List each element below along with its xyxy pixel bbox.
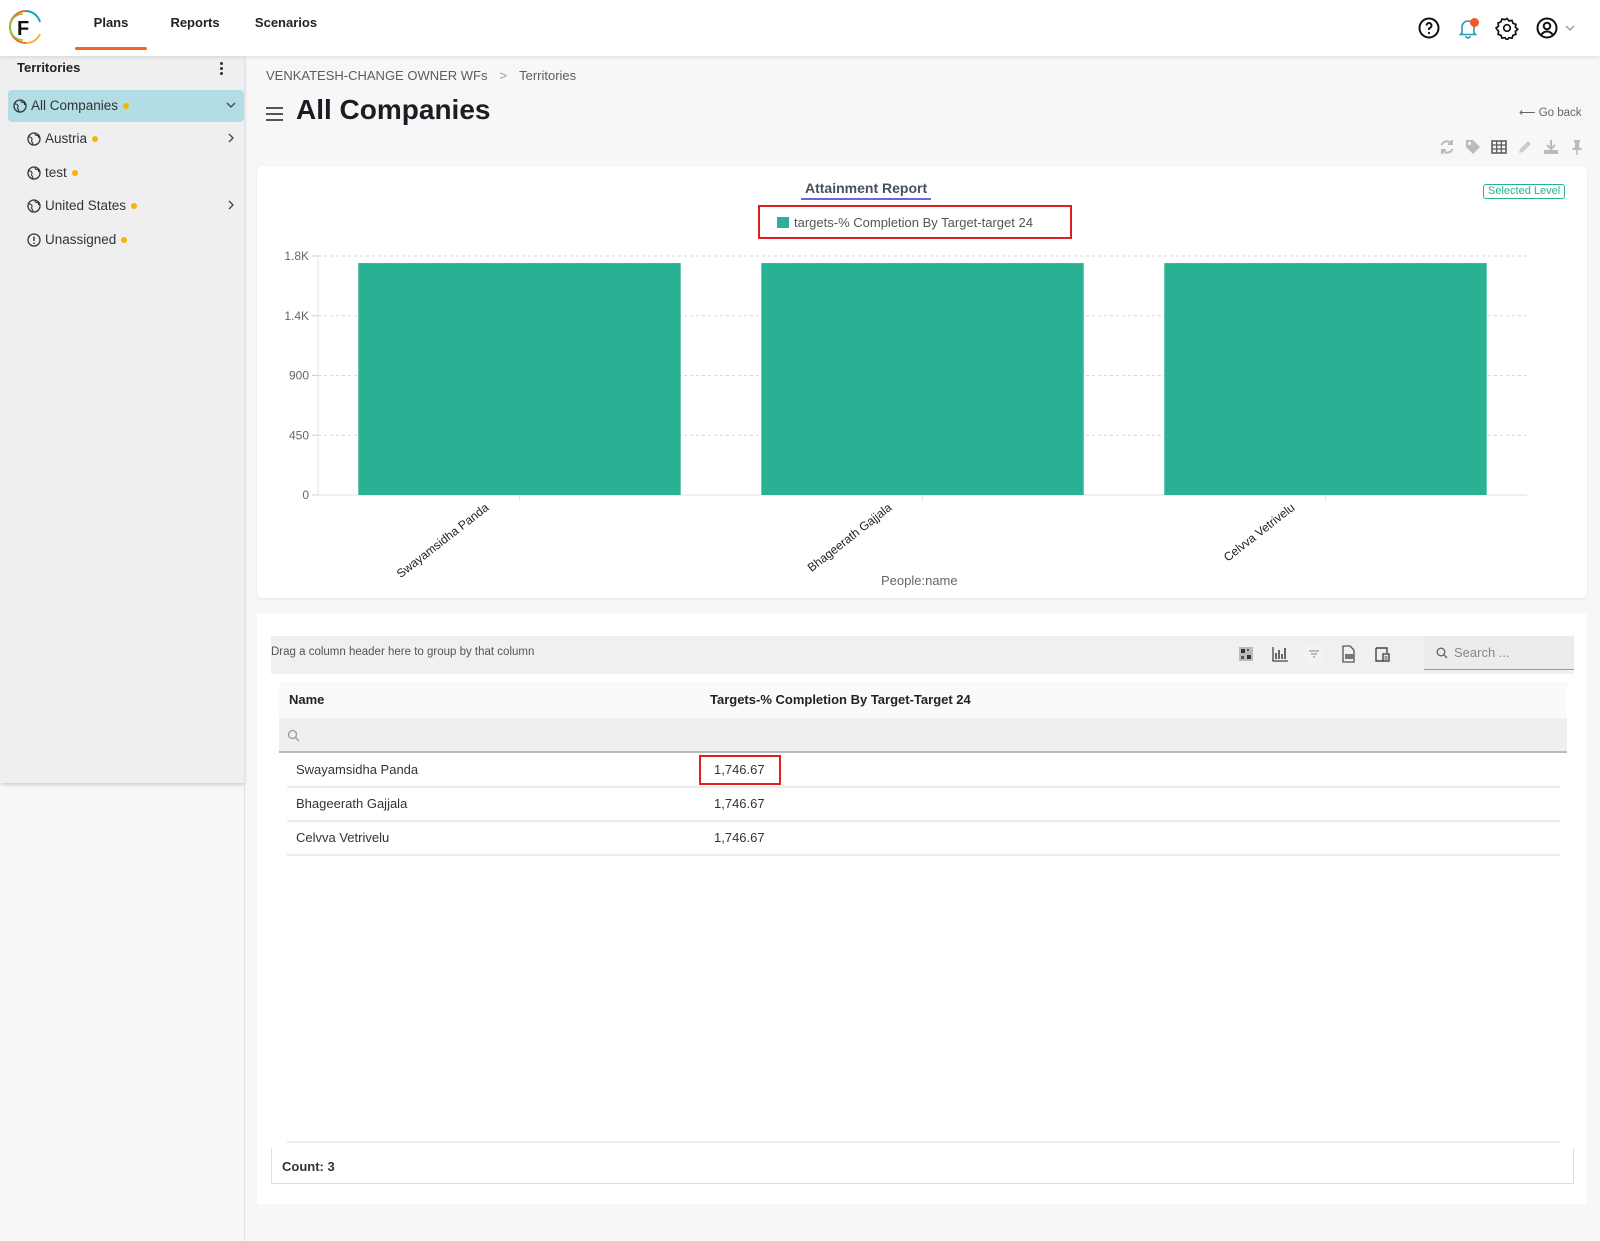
tab-reports[interactable]: Reports	[160, 0, 230, 50]
column-chooser-icon[interactable]	[1372, 644, 1392, 664]
sidebar-item-united-states[interactable]: United States	[27, 190, 244, 222]
chevron-right-icon[interactable]	[226, 200, 236, 210]
bar	[761, 263, 1084, 495]
search-icon	[1436, 647, 1448, 658]
sidebar-divider	[244, 56, 245, 1241]
sidebar-item-label: test	[45, 165, 67, 180]
filter-icon[interactable]	[1304, 644, 1324, 664]
edit-icon[interactable]	[1516, 138, 1534, 156]
cell-name: Celvva Vetrivelu	[296, 830, 390, 845]
bar	[1164, 263, 1487, 495]
top-nav-bar: F Plans Reports Scenarios	[0, 0, 1600, 56]
grid-search-input[interactable]	[1454, 645, 1564, 660]
status-dot	[123, 103, 130, 109]
filter-row[interactable]	[279, 718, 1567, 753]
tab-plans[interactable]: Plans	[75, 0, 147, 50]
sidebar: Territories All Companies Austria test U…	[0, 56, 244, 783]
grid-search[interactable]	[1424, 636, 1574, 670]
status-dot	[71, 170, 78, 176]
y-tick-label: 1.4K	[284, 309, 309, 323]
sidebar-item-label: Austria	[45, 131, 88, 146]
y-tick-label: 1.8K	[284, 249, 309, 263]
globe-icon	[27, 132, 41, 146]
page-title: All Companies	[296, 94, 491, 125]
sidebar-item-label: Unassigned	[45, 232, 117, 247]
sidebar-item-label: United States	[45, 198, 127, 213]
go-back-link[interactable]: ⟵ Go back	[1519, 105, 1582, 119]
user-icon[interactable]	[1535, 16, 1559, 40]
sidebar-item-all-companies[interactable]: All Companies	[8, 90, 244, 122]
breadcrumb-item-workspace[interactable]: VENKATESH-CHANGE OWNER WFs	[266, 68, 488, 83]
bar-chart: 0 450 900 1.4K 1.8K Swayamsidha Panda Bhageera…	[284, 249, 1527, 581]
status-dot	[131, 203, 138, 209]
table-icon[interactable]	[1490, 138, 1508, 156]
menu-icon[interactable]	[266, 107, 283, 121]
cell-value: 1,746.67	[714, 830, 765, 845]
bar	[358, 263, 681, 495]
status-dot	[92, 136, 99, 142]
sidebar-item-label: All Companies	[31, 98, 119, 113]
sidebar-item-austria[interactable]: Austria	[27, 123, 244, 155]
svg-text:F: F	[17, 18, 29, 40]
qr-icon[interactable]	[1236, 644, 1256, 664]
chevron-down-icon[interactable]	[226, 100, 236, 110]
more-options-icon[interactable]	[214, 60, 228, 78]
table-row[interactable]: Swayamsidha Panda 1,746.67	[287, 754, 1560, 788]
column-header-name[interactable]: Name	[279, 682, 699, 718]
group-panel-hint: Drag a column header here to group by th…	[271, 646, 535, 658]
sidebar-item-test[interactable]: test	[27, 157, 244, 189]
y-tick-label: 0	[302, 488, 309, 502]
notification-badge	[1470, 18, 1479, 27]
column-header-target[interactable]: Targets-% Completion By Target-Target 24	[699, 682, 1567, 718]
help-icon[interactable]	[1417, 16, 1441, 40]
x-tick-label: Swayamsidha Panda	[394, 500, 492, 581]
download-icon[interactable]	[1542, 138, 1560, 156]
cell-value: 1,746.67	[714, 796, 765, 811]
grid-footer	[271, 1148, 1574, 1184]
gear-icon[interactable]	[1495, 16, 1519, 40]
table-row[interactable]: Celvva Vetrivelu 1,746.67	[287, 822, 1560, 856]
status-dot	[121, 237, 128, 243]
grid-footer-divider	[287, 1141, 1560, 1143]
report-toolbar	[1438, 138, 1586, 156]
globe-icon	[13, 99, 27, 113]
tag-icon[interactable]	[1464, 138, 1482, 156]
alert-circle-icon	[27, 233, 41, 247]
row-count: Count: 3	[282, 1159, 335, 1174]
y-tick-label: 450	[289, 428, 309, 442]
breadcrumb-separator-icon: >	[499, 68, 508, 83]
globe-icon	[27, 199, 41, 213]
globe-icon	[27, 166, 41, 180]
cell-name: Bhageerath Gajjala	[296, 796, 408, 811]
app-logo[interactable]: F	[8, 8, 44, 46]
grid-toolbar	[1236, 644, 1392, 664]
arrow-left-icon: ⟵	[1519, 107, 1536, 119]
x-tick-label: Celvva Vetrivelu	[1221, 500, 1297, 564]
chevron-right-icon[interactable]	[226, 133, 236, 143]
sidebar-item-unassigned[interactable]: Unassigned	[27, 224, 244, 256]
export-pdf-icon[interactable]	[1338, 644, 1358, 664]
cell-name: Swayamsidha Panda	[296, 762, 419, 777]
chevron-down-icon[interactable]	[1564, 16, 1576, 40]
tab-scenarios[interactable]: Scenarios	[246, 0, 326, 50]
pin-icon[interactable]	[1568, 138, 1586, 156]
x-tick-label: Bhageerath Gajjala	[805, 500, 895, 574]
go-back-label: Go back	[1538, 107, 1582, 119]
chart-icon[interactable]	[1270, 644, 1290, 664]
table-row[interactable]: Bhageerath Gajjala 1,746.67	[287, 788, 1560, 822]
breadcrumb: VENKATESH-CHANGE OWNER WFs > Territories	[266, 68, 576, 83]
sidebar-title: Territories	[17, 60, 81, 75]
refresh-icon[interactable]	[1438, 138, 1456, 156]
y-tick-label: 900	[289, 369, 309, 383]
x-axis-title: People:name	[881, 573, 958, 588]
cell-value: 1,746.67	[714, 762, 765, 777]
search-icon	[287, 729, 300, 742]
breadcrumb-item-territories[interactable]: Territories	[519, 68, 576, 83]
